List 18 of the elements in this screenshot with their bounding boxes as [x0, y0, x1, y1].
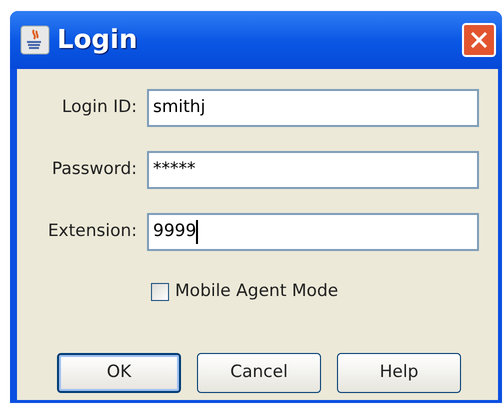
field-label: Password:	[50, 158, 138, 182]
window-title: Login	[57, 24, 138, 56]
field-label: Login ID:	[60, 96, 138, 120]
dialog-button[interactable]: Help	[337, 352, 461, 392]
checkbox-label: Mobile Agent Mode	[175, 280, 338, 303]
field-value: smithj	[153, 96, 206, 120]
input-field[interactable]: smithj	[147, 89, 479, 127]
field-value: 9999	[153, 219, 198, 245]
coffee-cup-icon	[20, 25, 50, 55]
field-label: Extension:	[46, 220, 138, 244]
dialog-button[interactable]: Cancel	[197, 352, 321, 392]
close-button[interactable]	[462, 23, 496, 57]
field-value: *****	[153, 158, 196, 182]
dialog-button[interactable]: OK	[57, 352, 181, 392]
input-field[interactable]: *****	[147, 151, 479, 189]
close-icon	[470, 31, 488, 49]
checkbox[interactable]	[151, 282, 169, 301]
input-field[interactable]: 9999	[147, 213, 479, 251]
